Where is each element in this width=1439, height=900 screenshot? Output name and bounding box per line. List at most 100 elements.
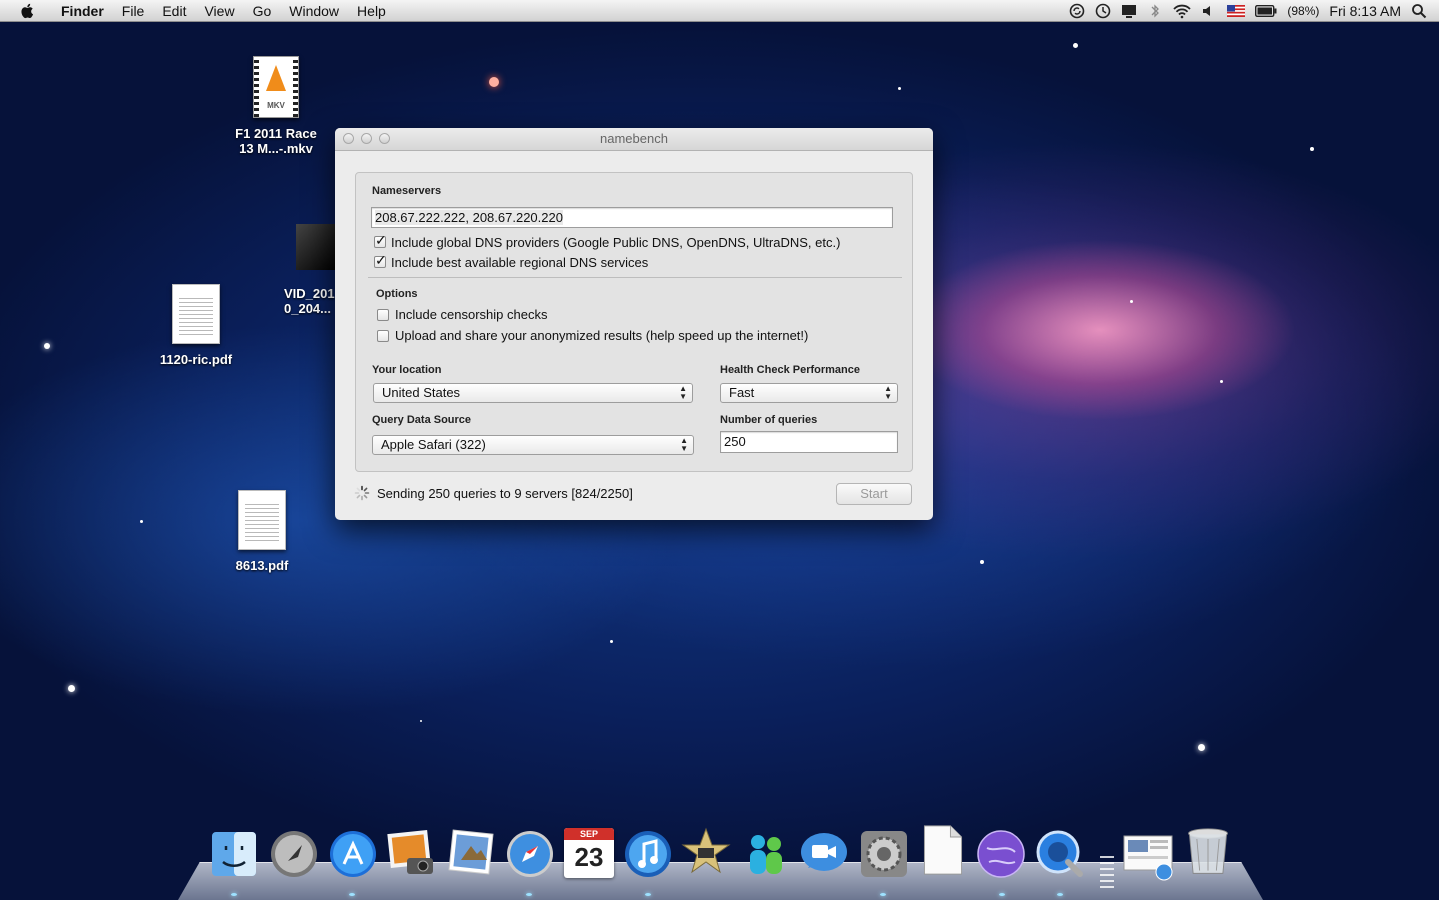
location-label: Your location	[372, 364, 442, 376]
globe-icon[interactable]	[975, 828, 1027, 880]
include-regional-checkbox[interactable]: ✓	[374, 252, 387, 268]
chevron-updown-icon: ▲ ▼	[680, 436, 688, 453]
window-title: namebench	[600, 131, 668, 146]
include-global-label: Include global DNS providers (Google Pub…	[391, 235, 841, 250]
include-global-checkbox[interactable]: ✓	[374, 232, 387, 248]
bluetooth-icon[interactable]	[1147, 3, 1163, 19]
menu-help[interactable]: Help	[348, 3, 395, 19]
itunes-icon[interactable]	[622, 828, 674, 880]
running-indicator	[231, 893, 237, 896]
trash-icon[interactable]	[1182, 826, 1234, 878]
chevron-updown-icon: ▲ ▼	[884, 384, 892, 401]
preview-icon[interactable]	[445, 826, 497, 878]
include-regional-label: Include best available regional DNS serv…	[391, 255, 649, 270]
nameservers-input[interactable]: 208.67.222.222, 208.67.220.220	[371, 207, 893, 228]
status-text: Sending 250 queries to 9 servers [824/22…	[377, 486, 633, 501]
volume-icon[interactable]	[1201, 3, 1217, 19]
censorship-checkbox[interactable]	[377, 309, 389, 321]
settings-group: Nameservers 208.67.222.222, 208.67.220.2…	[355, 172, 913, 472]
query-source-label: Query Data Source	[372, 414, 472, 426]
star	[1073, 43, 1078, 48]
desktop-icon-pdf[interactable]: 8613.pdf	[214, 490, 310, 573]
star	[140, 520, 143, 523]
app-store-icon[interactable]	[327, 828, 379, 880]
censorship-label: Include censorship checks	[395, 307, 548, 322]
desktop-icon-mkv[interactable]: MKV F1 2011 Race 13 M...-.mkv	[222, 56, 330, 156]
mkv-file-icon: MKV	[253, 56, 299, 118]
menu-edit[interactable]: Edit	[153, 3, 195, 19]
desktop-icon-label: F1 2011 Race	[235, 126, 317, 141]
calendar-day: 23	[574, 842, 604, 872]
namebench-window: namebench Nameservers 208.67.222.222, 20…	[335, 128, 933, 520]
battery-icon[interactable]	[1255, 4, 1277, 17]
health-check-label: Health Check Performance	[720, 364, 860, 376]
star	[980, 560, 984, 564]
star	[44, 343, 50, 349]
location-select[interactable]: United States ▲ ▼	[373, 383, 693, 403]
running-indicator	[880, 893, 886, 896]
desktop-icon-label: 8613.pdf	[235, 558, 289, 573]
query-source-select[interactable]: Apple Safari (322) ▲ ▼	[372, 435, 694, 455]
textedit-icon[interactable]	[917, 824, 969, 876]
number-of-queries-label: Number of queries	[720, 414, 818, 426]
star	[898, 87, 901, 90]
star	[1310, 147, 1314, 151]
star	[1130, 300, 1133, 303]
imovie-icon[interactable]	[680, 826, 732, 878]
window-controls	[343, 133, 390, 144]
divider	[368, 277, 902, 278]
battery-percent: (98%)	[1287, 3, 1320, 18]
nameservers-label: Nameservers	[372, 185, 442, 197]
menu-window[interactable]: Window	[280, 3, 348, 19]
documents-stack-icon[interactable]	[1122, 830, 1174, 882]
start-button[interactable]: Start	[836, 483, 912, 505]
launchpad-icon[interactable]	[268, 828, 320, 880]
apple-menu-icon[interactable]	[18, 2, 38, 20]
star	[489, 77, 499, 87]
upload-results-label: Upload and share your anonymized results…	[395, 328, 809, 343]
vlc-cone-icon	[266, 65, 286, 91]
chevron-updown-icon: ▲ ▼	[679, 384, 687, 401]
menu-finder[interactable]: Finder	[52, 3, 113, 19]
menu-file[interactable]: File	[113, 3, 154, 19]
pdf-document-icon	[172, 284, 220, 344]
running-indicator	[526, 893, 532, 896]
system-preferences-icon[interactable]	[858, 828, 910, 880]
video-thumbnail-icon	[296, 224, 336, 270]
messenger-icon[interactable]	[740, 828, 792, 880]
time-machine-icon[interactable]	[1095, 3, 1111, 19]
status-menus: (98%) Fri 8:13 AM	[1069, 3, 1439, 19]
safari-icon[interactable]	[504, 828, 556, 880]
iphoto-icon[interactable]	[385, 826, 437, 878]
zoom-button[interactable]	[379, 133, 390, 144]
calendar-month: SEP	[564, 828, 614, 840]
window-titlebar[interactable]: namebench	[335, 128, 933, 151]
desktop-icon-pdf[interactable]: 1120-ric.pdf	[148, 284, 244, 367]
display-icon[interactable]	[1121, 3, 1137, 19]
star	[610, 640, 613, 643]
running-indicator	[999, 893, 1005, 896]
us-flag-icon[interactable]	[1227, 4, 1246, 17]
clock[interactable]: Fri 8:13 AM	[1329, 3, 1401, 19]
health-check-select[interactable]: Fast ▲ ▼	[720, 383, 898, 403]
finder-icon[interactable]	[208, 828, 260, 880]
desktop-icon-label: 1120-ric.pdf	[159, 352, 233, 367]
upload-results-checkbox[interactable]	[377, 330, 389, 342]
quicktime-icon[interactable]	[1034, 828, 1086, 880]
sync-icon[interactable]	[1069, 3, 1085, 19]
number-of-queries-input[interactable]: 250	[720, 431, 898, 453]
menu-view[interactable]: View	[195, 3, 243, 19]
spotlight-search-icon[interactable]	[1411, 3, 1427, 19]
pdf-document-icon	[238, 490, 286, 550]
wifi-icon[interactable]	[1173, 3, 1192, 19]
star	[420, 720, 422, 722]
menu-go[interactable]: Go	[244, 3, 281, 19]
ical-icon[interactable]: SEP 23	[564, 828, 614, 878]
running-indicator	[1057, 893, 1063, 896]
desktop-icon-label: 13 M...-.mkv	[239, 141, 313, 156]
minimize-button[interactable]	[361, 133, 372, 144]
star	[68, 685, 75, 692]
star	[1198, 744, 1205, 751]
close-button[interactable]	[343, 133, 354, 144]
facetime-icon[interactable]	[798, 828, 850, 880]
